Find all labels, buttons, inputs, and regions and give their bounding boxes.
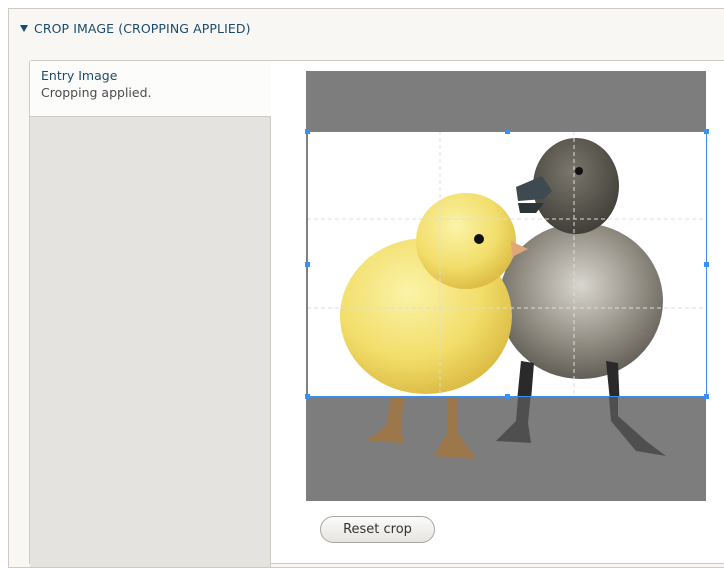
crop-handle-bottom[interactable] — [505, 394, 510, 399]
vertical-tab-entry-image[interactable]: Entry Image Cropping applied. — [30, 61, 271, 117]
crop-handle-top[interactable] — [505, 129, 510, 134]
crop-handle-bottom-left[interactable] — [305, 394, 310, 399]
vertical-tabs-menu-background — [30, 117, 271, 567]
crop-handle-top-right[interactable] — [704, 129, 709, 134]
crop-handle-bottom-right[interactable] — [704, 394, 709, 399]
reset-crop-button[interactable]: Reset crop — [320, 516, 435, 543]
crop-handle-left[interactable] — [305, 262, 310, 267]
triangle-down-icon — [20, 25, 28, 32]
vertical-tab-title: Entry Image — [41, 68, 118, 83]
crop-image-summary-toggle[interactable]: CROP IMAGE (CROPPING APPLIED) — [20, 20, 251, 36]
crop-handle-right[interactable] — [704, 262, 709, 267]
crop-selection-box[interactable] — [305, 129, 709, 399]
crop-handle-top-left[interactable] — [305, 129, 310, 134]
crop-image-summary-label: CROP IMAGE (CROPPING APPLIED) — [34, 20, 251, 36]
vertical-tab-summary: Cropping applied. — [41, 85, 152, 100]
